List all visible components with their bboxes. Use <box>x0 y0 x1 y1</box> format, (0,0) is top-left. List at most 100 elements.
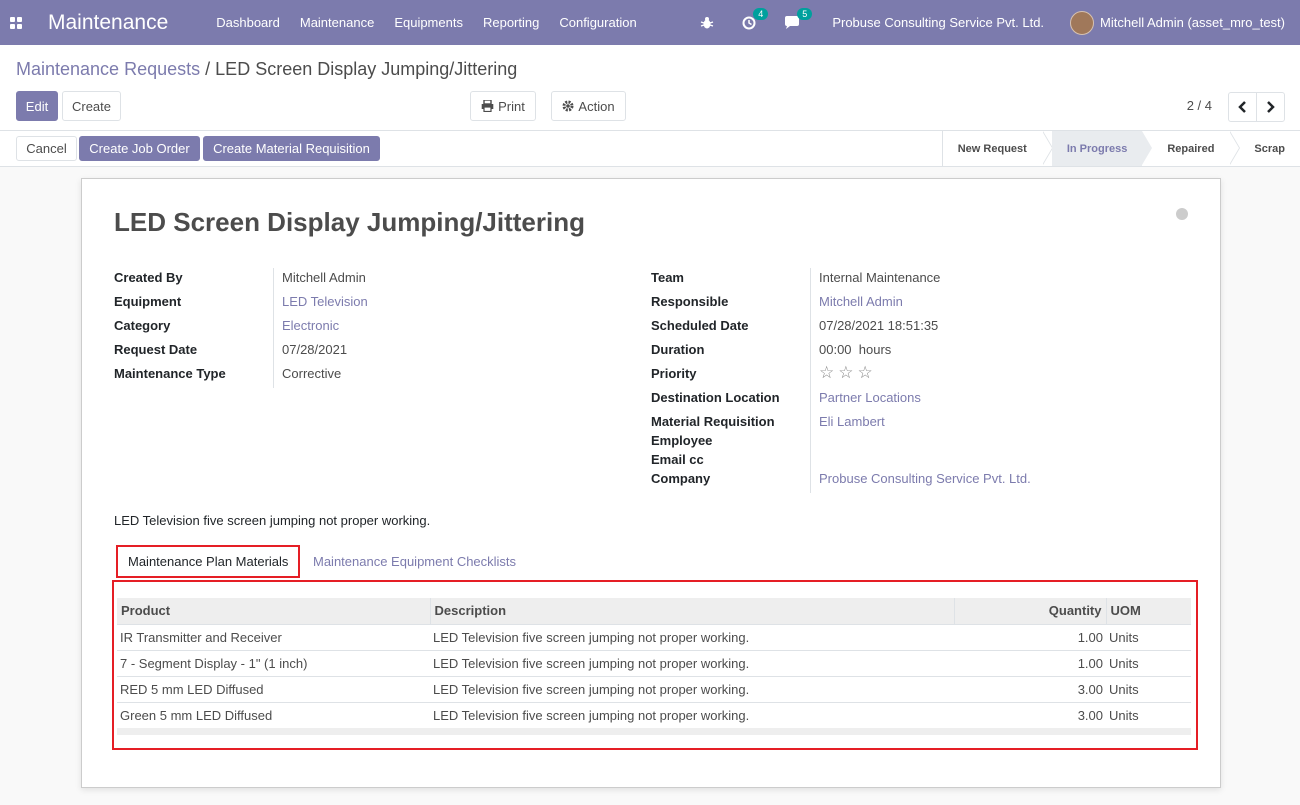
field-email-cc: Email cc <box>651 450 1031 469</box>
request-date-value[interactable]: 07/28/2021 <box>273 340 347 364</box>
column-quantity[interactable]: Quantity <box>953 598 1106 624</box>
table-row[interactable]: Green 5 mm LED Diffused LED Television f… <box>117 701 1191 728</box>
company-switcher[interactable]: Probuse Consulting Service Pvt. Ltd. <box>832 15 1044 30</box>
field-responsible: Responsible Mitchell Admin <box>651 292 1031 316</box>
email-cc-value[interactable] <box>810 450 819 469</box>
created-by-value[interactable]: Mitchell Admin <box>273 268 366 292</box>
column-product[interactable]: Product <box>117 598 430 624</box>
materials-table: Product Description Quantity UOM IR Tran… <box>117 598 1191 735</box>
destination-location-link[interactable]: Partner Locations <box>810 388 921 412</box>
quantity-cell: 3.00 <box>954 701 1106 728</box>
field-maintenance-type: Maintenance Type Corrective <box>114 364 368 388</box>
responsible-link[interactable]: Mitchell Admin <box>810 292 903 316</box>
pager-previous-button[interactable] <box>1228 92 1257 122</box>
stage-arrow <box>1041 131 1052 165</box>
edit-button[interactable]: Edit <box>16 91 58 121</box>
category-link[interactable]: Electronic <box>273 316 339 340</box>
app-title[interactable]: Maintenance <box>48 11 168 35</box>
stage-arrow <box>1142 131 1153 165</box>
chat-icon[interactable]: 5 <box>784 7 813 30</box>
company-link[interactable]: Probuse Consulting Service Pvt. Ltd. <box>810 469 1031 493</box>
menu-reporting[interactable]: Reporting <box>483 15 539 30</box>
systray: 4 5 Probuse Consulting Service Pvt. Ltd.… <box>700 0 1300 45</box>
field-scheduled-date: Scheduled Date 07/28/2021 18:51:35 <box>651 316 1031 340</box>
stage-in-progress[interactable]: In Progress <box>1051 131 1143 166</box>
field-label: Category <box>114 318 171 333</box>
field-label: Maintenance Type <box>114 366 226 381</box>
right-field-group: Team Internal Maintenance Responsible Mi… <box>651 268 1031 493</box>
user-menu[interactable]: Mitchell Admin (asset_mro_test) <box>1100 15 1285 30</box>
pager-value[interactable]: 2 / 4 <box>1187 98 1212 113</box>
action-button[interactable]: Action <box>551 91 626 121</box>
scheduled-date-value[interactable]: 07/28/2021 18:51:35 <box>810 316 938 340</box>
message-count-badge: 5 <box>797 7 813 20</box>
activity-count-badge: 4 <box>753 7 769 20</box>
stage-repaired[interactable]: Repaired <box>1152 131 1229 166</box>
column-description[interactable]: Description <box>429 598 954 624</box>
tab-maintenance-plan-materials[interactable]: Maintenance Plan Materials <box>116 545 301 578</box>
create-job-order-button[interactable]: Create Job Order <box>79 136 200 161</box>
bug-icon[interactable] <box>700 16 714 30</box>
description-cell: LED Television five screen jumping not p… <box>430 649 954 676</box>
field-created-by: Created By Mitchell Admin <box>114 268 368 292</box>
menu-configuration[interactable]: Configuration <box>559 15 636 30</box>
field-label: Company <box>651 471 711 486</box>
field-destination-location: Destination Location Partner Locations <box>651 388 1031 412</box>
menu-dashboard[interactable]: Dashboard <box>216 15 280 30</box>
activity-clock-icon[interactable]: 4 <box>742 7 769 30</box>
print-button[interactable]: Print <box>470 91 536 121</box>
team-value[interactable]: Internal Maintenance <box>810 268 940 292</box>
uom-cell: Units <box>1106 623 1191 650</box>
breadcrumb-current: LED Screen Display Jumping/Jittering <box>215 59 518 79</box>
duration-value[interactable]: 00:00 hours <box>810 340 891 364</box>
field-equipment: Equipment LED Television <box>114 292 368 316</box>
field-label: Created By <box>114 270 183 285</box>
table-row[interactable]: IR Transmitter and Receiver LED Televisi… <box>117 623 1191 650</box>
field-label: Destination Location <box>651 390 780 405</box>
field-duration: Duration 00:00 hours <box>651 340 1031 364</box>
tab-maintenance-equipment-checklists[interactable]: Maintenance Equipment Checklists <box>313 545 516 578</box>
chevron-left-icon <box>1238 101 1246 113</box>
request-title[interactable]: LED Screen Display Jumping/Jittering <box>114 207 585 238</box>
field-label: Scheduled Date <box>651 318 749 333</box>
form-sheet: LED Screen Display Jumping/Jittering Cre… <box>81 178 1221 788</box>
table-footer <box>117 728 1191 735</box>
field-label: Responsible <box>651 294 729 309</box>
request-description[interactable]: LED Television five screen jumping not p… <box>114 513 430 528</box>
star-icon[interactable]: ☆ <box>838 364 853 388</box>
star-icon[interactable]: ☆ <box>819 364 834 388</box>
create-button[interactable]: Create <box>62 91 121 121</box>
menu-maintenance[interactable]: Maintenance <box>300 15 374 30</box>
column-uom[interactable]: UOM <box>1105 598 1191 624</box>
stage-new-request[interactable]: New Request <box>943 131 1042 166</box>
table-row[interactable]: RED 5 mm LED Diffused LED Television fiv… <box>117 675 1191 702</box>
chevron-right-icon <box>1267 101 1275 113</box>
cancel-button[interactable]: Cancel <box>16 136 77 161</box>
field-label: Duration <box>651 342 705 357</box>
pager-next-button[interactable] <box>1256 92 1285 122</box>
print-label: Print <box>498 98 525 114</box>
status-bar: Cancel Create Job Order Create Material … <box>0 131 1300 167</box>
table-row[interactable]: 7 - Segment Display - 1" (1 inch) LED Te… <box>117 649 1191 676</box>
description-cell: LED Television five screen jumping not p… <box>430 675 954 702</box>
priority-stars: ☆ ☆ ☆ <box>810 364 873 388</box>
create-material-requisition-button[interactable]: Create Material Requisition <box>203 136 380 161</box>
field-label: Email cc <box>651 452 704 467</box>
product-cell: 7 - Segment Display - 1" (1 inch) <box>117 649 430 676</box>
requisition-employee-link[interactable]: Eli Lambert <box>810 412 885 450</box>
table-header-row: Product Description Quantity UOM <box>117 598 1191 624</box>
print-icon <box>481 100 494 112</box>
uom-cell: Units <box>1106 675 1191 702</box>
menu-equipments[interactable]: Equipments <box>394 15 463 30</box>
star-icon[interactable]: ☆ <box>858 364 873 388</box>
apps-menu-icon[interactable] <box>0 0 32 45</box>
avatar[interactable] <box>1070 10 1095 35</box>
field-material-requisition-employee: Material Requisition Employee Eli Lamber… <box>651 412 1031 450</box>
equipment-link[interactable]: LED Television <box>273 292 368 316</box>
breadcrumb-parent[interactable]: Maintenance Requests <box>16 59 200 79</box>
kanban-state-indicator[interactable] <box>1176 208 1188 220</box>
main-menu: Dashboard Maintenance Equipments Reporti… <box>216 15 656 30</box>
field-label: Team <box>651 270 684 285</box>
maintenance-type-value[interactable]: Corrective <box>273 364 341 388</box>
stage-scrap[interactable]: Scrap <box>1239 131 1300 166</box>
